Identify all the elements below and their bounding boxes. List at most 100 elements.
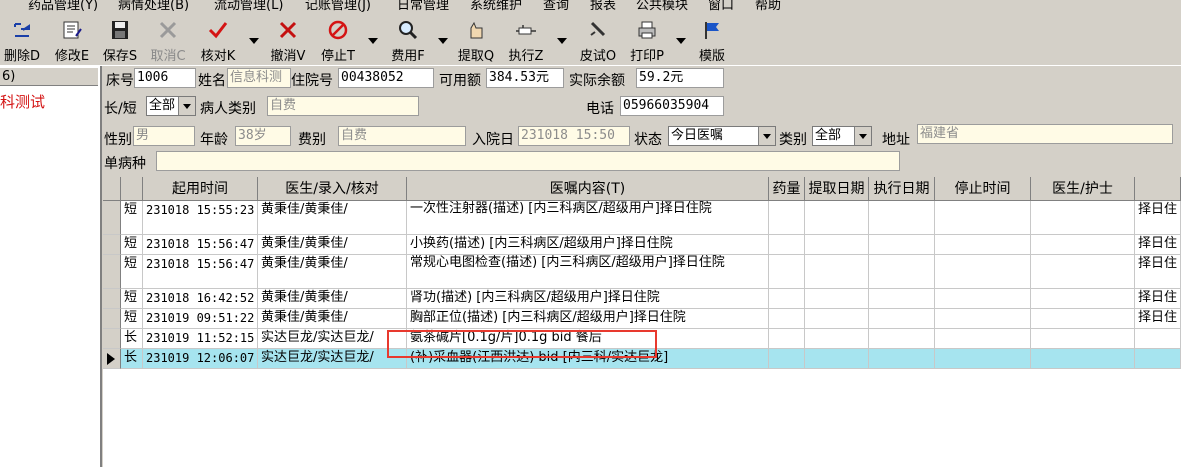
col-fetch-date-header[interactable]: 提取日期 xyxy=(805,177,869,201)
term-label: 长/短 xyxy=(104,101,137,117)
type-label: 类别 xyxy=(779,132,807,148)
name-field[interactable]: 信息科测 xyxy=(227,68,291,88)
cell-doctor: 实达巨龙/实达巨龙/ xyxy=(258,349,407,369)
col-doctor-header[interactable]: 医生/录入/核对 xyxy=(258,177,407,201)
menu-condition[interactable]: 病情处理(B) xyxy=(118,0,189,13)
cancel-button[interactable]: 取消C xyxy=(146,17,190,64)
left-patient-panel: 6) 科测试 xyxy=(0,66,102,467)
cell-empty xyxy=(1031,329,1135,349)
delete-button[interactable]: 删除D xyxy=(0,17,44,64)
menu-bar: 药品管理(Y) 病情处理(B) 流动管理(L) 记账管理(J) 日常管理 系统维… xyxy=(0,0,1181,13)
term-select[interactable]: 全部 xyxy=(146,96,196,116)
modify-button[interactable]: 修改E xyxy=(50,17,94,64)
bed-field[interactable]: 1006 xyxy=(134,68,196,88)
menu-report[interactable]: 报表 xyxy=(590,0,616,13)
cell-kind: 长 xyxy=(121,349,143,369)
menu-common[interactable]: 公共模块 xyxy=(636,0,688,13)
menu-billing[interactable]: 记账管理(J) xyxy=(305,0,371,13)
row-indicator xyxy=(103,329,121,349)
cell-empty xyxy=(769,349,805,369)
save-button[interactable]: 保存S xyxy=(100,17,140,64)
magnifier-icon xyxy=(399,21,418,40)
type-select[interactable]: 全部 xyxy=(812,126,872,146)
address-field[interactable]: 福建省 xyxy=(917,124,1173,144)
menu-flow[interactable]: 流动管理(L) xyxy=(214,0,283,13)
cell-empty xyxy=(1031,235,1135,255)
cell-empty xyxy=(935,289,1031,309)
sex-label: 性别 xyxy=(104,132,132,148)
patient-list-item[interactable]: 科测试 xyxy=(0,91,45,112)
col-extra-header[interactable] xyxy=(1135,177,1181,201)
col-dose-header[interactable]: 药量 xyxy=(769,177,805,201)
sex-field[interactable]: 男 xyxy=(133,126,195,146)
cell-empty xyxy=(805,235,869,255)
col-start-time-header[interactable]: 起用时间 xyxy=(143,177,258,201)
admission-no-field[interactable]: 00438052 xyxy=(338,68,434,88)
cell-tail: 择日住 xyxy=(1135,201,1181,235)
menu-query[interactable]: 查询 xyxy=(543,0,569,13)
cell-empty xyxy=(869,349,935,369)
admission-label: 住院号 xyxy=(291,73,333,89)
cell-empty xyxy=(869,289,935,309)
available-label: 可用额 xyxy=(439,73,481,89)
check-button[interactable]: 核对K xyxy=(196,17,240,64)
menu-help[interactable]: 帮助 xyxy=(755,0,781,13)
available-field[interactable]: 384.53元 xyxy=(486,68,564,88)
table-row[interactable]: 短 231018 15:56:47 黄秉佳/黄秉佳/常规心电图检查(描述) [内三科… xyxy=(103,255,1181,289)
cell-empty xyxy=(869,235,935,255)
category-field[interactable]: 自费 xyxy=(267,96,419,116)
table-row[interactable]: 短 231019 09:51:22 黄秉佳/黄秉佳/胸部正位(描述) [内三科病区/… xyxy=(103,309,1181,329)
col-content-header[interactable]: 医嘱内容(T) xyxy=(407,177,769,201)
revoke-button[interactable]: 撤消V xyxy=(266,17,310,64)
fee-dropdown-arrow[interactable] xyxy=(438,38,448,44)
cell-empty xyxy=(1031,255,1135,289)
cell-empty xyxy=(1031,289,1135,309)
fee-button[interactable]: 费用F xyxy=(384,17,432,64)
status-select[interactable]: 今日医嘱 xyxy=(668,126,776,146)
execute-button[interactable]: 执行Z xyxy=(504,17,548,64)
stop-circle-icon xyxy=(328,20,348,40)
table-row[interactable]: 短 231018 15:56:47 黄秉佳/黄秉佳/小换药(描述) [内三科病区/超… xyxy=(103,235,1181,255)
cell-doctor: 黄秉佳/黄秉佳/ xyxy=(258,289,407,309)
menu-system[interactable]: 系统维护 xyxy=(470,0,522,13)
age-field[interactable]: 38岁 xyxy=(235,126,291,146)
cell-kind: 短 xyxy=(121,201,143,235)
syringe-icon xyxy=(516,25,536,35)
col-stop-time-header[interactable]: 停止时间 xyxy=(935,177,1031,201)
template-flag-icon xyxy=(705,22,719,39)
table-row[interactable]: 短 231018 15:55:23 黄秉佳/黄秉佳/一次性注射器(描述) [内三科病… xyxy=(103,201,1181,235)
cell-empty xyxy=(869,255,935,289)
floppy-disk-icon xyxy=(112,21,128,39)
feetype-field[interactable]: 自费 xyxy=(338,126,466,146)
skintest-button[interactable]: 皮试O xyxy=(574,17,622,64)
stop-button[interactable]: 停止T xyxy=(314,17,362,64)
fetch-button[interactable]: 提取Q xyxy=(454,17,498,64)
template-button[interactable]: 模版 xyxy=(692,17,732,64)
cell-empty xyxy=(935,329,1031,349)
print-dropdown-arrow[interactable] xyxy=(676,38,686,44)
col-exec-date-header[interactable]: 执行日期 xyxy=(869,177,935,201)
cell-empty xyxy=(805,309,869,329)
phone-field[interactable]: 05966035904 xyxy=(620,96,724,116)
menu-drug[interactable]: 药品管理(Y) xyxy=(28,0,98,13)
cell-doctor: 黄秉佳/黄秉佳/ xyxy=(258,235,407,255)
menu-window[interactable]: 窗口 xyxy=(708,0,734,13)
execute-dropdown-arrow[interactable] xyxy=(557,38,567,44)
grid-corner-header xyxy=(103,177,121,201)
cell-content: 一次性注射器(描述) [内三科病区/超级用户]择日住院 xyxy=(407,201,769,235)
left-panel-header: 6) xyxy=(0,68,98,86)
balance-field[interactable]: 59.2元 xyxy=(636,68,724,88)
fetch-hand-icon xyxy=(470,21,483,39)
status-label: 状态 xyxy=(634,132,662,148)
menu-daily[interactable]: 日常管理 xyxy=(397,0,449,13)
admit-date-field[interactable]: 231018 15:50 xyxy=(518,126,630,146)
col-nurse-header[interactable]: 医生/护士 xyxy=(1031,177,1135,201)
disease-field[interactable] xyxy=(156,151,900,171)
check-dropdown-arrow[interactable] xyxy=(249,38,259,44)
row-indicator xyxy=(103,201,121,235)
stop-dropdown-arrow[interactable] xyxy=(368,38,378,44)
print-button[interactable]: 打印P xyxy=(624,17,670,64)
cell-content: 常规心电图检查(描述) [内三科病区/超级用户]择日住院 xyxy=(407,255,769,289)
table-row[interactable]: 短 231018 16:42:52 黄秉佳/黄秉佳/肾功(描述) [内三科病区/超级… xyxy=(103,289,1181,309)
row-indicator xyxy=(103,255,121,289)
